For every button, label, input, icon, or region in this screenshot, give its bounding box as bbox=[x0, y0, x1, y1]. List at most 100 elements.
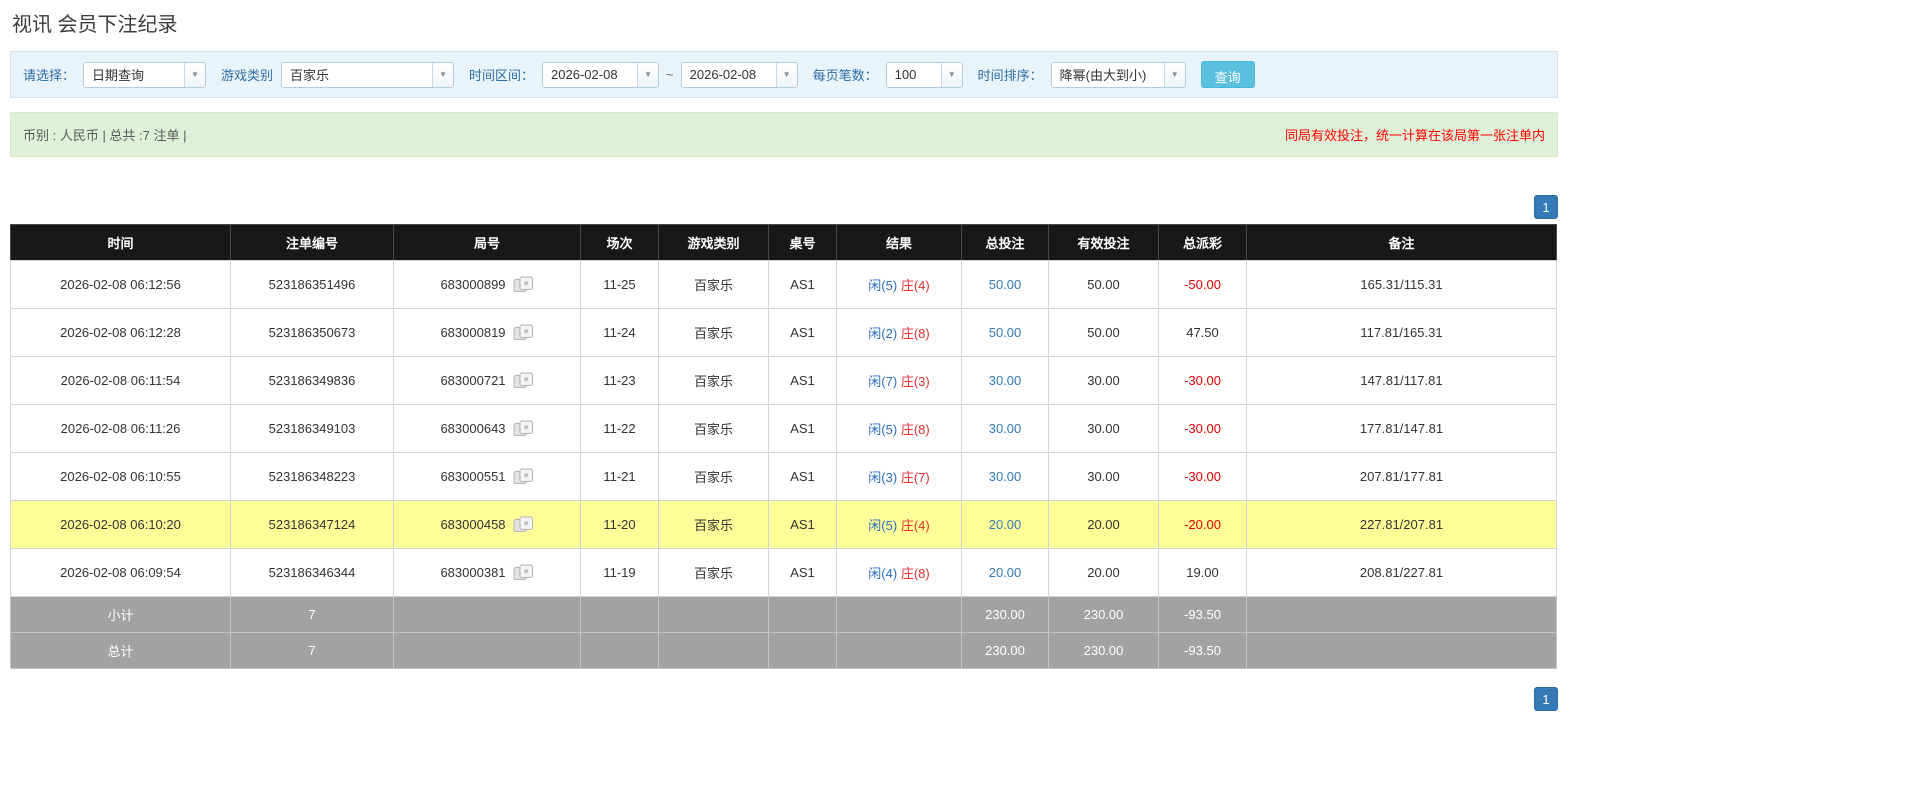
date-to-picker: ▼ bbox=[681, 62, 798, 88]
valid-bet-cell: 20.00 bbox=[1049, 501, 1159, 549]
total-bet-link[interactable]: 50.00 bbox=[989, 277, 1022, 292]
query-type-select: ▼ bbox=[83, 62, 206, 88]
result-cell: 闲(2) 庄(8) bbox=[837, 309, 962, 357]
valid-bet-cell: 30.00 bbox=[1049, 453, 1159, 501]
round-id-cell: 683000721 bbox=[394, 357, 581, 405]
sort-order-input[interactable] bbox=[1052, 63, 1164, 87]
total-bet-cell: 20.00 bbox=[962, 501, 1049, 549]
table-no-cell: AS1 bbox=[769, 549, 837, 597]
time-cell: 2026-02-08 06:09:54 bbox=[11, 549, 231, 597]
note-cell: 165.31/115.31 bbox=[1247, 261, 1557, 309]
game-type-cell: 百家乐 bbox=[659, 309, 769, 357]
table-row: 2026-02-08 06:10:20 523186347124 6830004… bbox=[11, 501, 1557, 549]
round-id-value: 683000819 bbox=[440, 325, 505, 340]
page-1-button[interactable]: 1 bbox=[1534, 195, 1558, 219]
header-payout: 总派彩 bbox=[1159, 225, 1247, 261]
result-cell: 闲(5) 庄(4) bbox=[837, 261, 962, 309]
page-size-input[interactable] bbox=[887, 63, 941, 87]
round-id-cell: 683000458 bbox=[394, 501, 581, 549]
result-banker: 庄(8) bbox=[901, 326, 930, 341]
date-from-picker: ▼ bbox=[542, 62, 659, 88]
round-detail-cards-icon[interactable] bbox=[513, 564, 534, 581]
round-detail-cards-icon[interactable] bbox=[513, 276, 534, 293]
empty-cell bbox=[769, 597, 837, 633]
game-type-cell: 百家乐 bbox=[659, 405, 769, 453]
total-valid-bet: 230.00 bbox=[1049, 633, 1159, 669]
game-type-cell: 百家乐 bbox=[659, 357, 769, 405]
total-bet-cell: 50.00 bbox=[962, 261, 1049, 309]
game-type-cell: 百家乐 bbox=[659, 549, 769, 597]
payout-cell: -30.00 bbox=[1159, 357, 1247, 405]
bet-id-cell: 523186346344 bbox=[231, 549, 394, 597]
page-size-label: 每页笔数： bbox=[813, 65, 878, 84]
currency-total-text: 币别 : 人民币 | 总共 :7 注单 | bbox=[23, 125, 187, 144]
chevron-down-icon[interactable]: ▼ bbox=[432, 63, 453, 87]
table-no-cell: AS1 bbox=[769, 261, 837, 309]
round-id-cell: 683000551 bbox=[394, 453, 581, 501]
game-type-input[interactable] bbox=[282, 63, 432, 87]
bet-id-cell: 523186350673 bbox=[231, 309, 394, 357]
round-id-value: 683000721 bbox=[440, 373, 505, 388]
result-banker: 庄(8) bbox=[901, 422, 930, 437]
chevron-down-icon[interactable]: ▼ bbox=[776, 63, 797, 87]
page-1-button[interactable]: 1 bbox=[1534, 687, 1558, 711]
table-row: 2026-02-08 06:11:26 523186349103 6830006… bbox=[11, 405, 1557, 453]
valid-bet-notice: 同局有效投注，统一计算在该局第一张注单内 bbox=[1285, 125, 1545, 144]
table-no-cell: AS1 bbox=[769, 309, 837, 357]
result-cell: 闲(5) 庄(8) bbox=[837, 405, 962, 453]
valid-bet-cell: 30.00 bbox=[1049, 405, 1159, 453]
bets-table: 时间 注单编号 局号 场次 游戏类别 桌号 结果 总投注 有效投注 总派彩 备注… bbox=[10, 224, 1557, 669]
round-detail-cards-icon[interactable] bbox=[513, 516, 534, 533]
result-cell: 闲(3) 庄(7) bbox=[837, 453, 962, 501]
total-bet-link[interactable]: 20.00 bbox=[989, 565, 1022, 580]
valid-bet-cell: 30.00 bbox=[1049, 357, 1159, 405]
round-detail-cards-icon[interactable] bbox=[513, 324, 534, 341]
result-cell: 闲(4) 庄(8) bbox=[837, 549, 962, 597]
note-cell: 208.81/227.81 bbox=[1247, 549, 1557, 597]
valid-bet-cell: 50.00 bbox=[1049, 309, 1159, 357]
payout-cell: 19.00 bbox=[1159, 549, 1247, 597]
game-type-cell: 百家乐 bbox=[659, 261, 769, 309]
table-body: 2026-02-08 06:12:56 523186351496 6830008… bbox=[11, 261, 1557, 597]
total-bet-link[interactable]: 30.00 bbox=[989, 373, 1022, 388]
time-cell: 2026-02-08 06:10:20 bbox=[11, 501, 231, 549]
round-detail-cards-icon[interactable] bbox=[513, 420, 534, 437]
total-bet-link[interactable]: 20.00 bbox=[989, 517, 1022, 532]
query-type-input[interactable] bbox=[84, 63, 184, 87]
query-type-label: 请选择： bbox=[23, 65, 75, 84]
total-total-bet: 230.00 bbox=[962, 633, 1049, 669]
table-no-cell: AS1 bbox=[769, 501, 837, 549]
page-size-select: ▼ bbox=[886, 62, 963, 88]
total-label: 总计 bbox=[11, 633, 231, 669]
date-to-input[interactable] bbox=[682, 63, 776, 87]
table-row: 2026-02-08 06:10:55 523186348223 6830005… bbox=[11, 453, 1557, 501]
chevron-down-icon[interactable]: ▼ bbox=[184, 63, 205, 87]
total-bet-link[interactable]: 50.00 bbox=[989, 325, 1022, 340]
result-banker: 庄(8) bbox=[901, 566, 930, 581]
payout-cell: -30.00 bbox=[1159, 453, 1247, 501]
subtotal-count: 7 bbox=[231, 597, 394, 633]
search-button[interactable]: 查询 bbox=[1201, 61, 1255, 88]
empty-cell bbox=[659, 597, 769, 633]
chevron-down-icon[interactable]: ▼ bbox=[941, 63, 962, 87]
round-detail-cards-icon[interactable] bbox=[513, 372, 534, 389]
date-from-input[interactable] bbox=[543, 63, 637, 87]
subtotal-total-bet: 230.00 bbox=[962, 597, 1049, 633]
subtotal-valid-bet: 230.00 bbox=[1049, 597, 1159, 633]
total-payout: -93.50 bbox=[1159, 633, 1247, 669]
round-detail-cards-icon[interactable] bbox=[513, 468, 534, 485]
date-range-tilde: ~ bbox=[666, 67, 674, 82]
chevron-down-icon[interactable]: ▼ bbox=[1164, 63, 1185, 87]
result-cell: 闲(5) 庄(4) bbox=[837, 501, 962, 549]
total-bet-cell: 20.00 bbox=[962, 549, 1049, 597]
chevron-down-icon[interactable]: ▼ bbox=[637, 63, 658, 87]
total-bet-link[interactable]: 30.00 bbox=[989, 469, 1022, 484]
result-player: 闲(5) bbox=[868, 422, 897, 437]
total-bet-cell: 50.00 bbox=[962, 309, 1049, 357]
total-bet-link[interactable]: 30.00 bbox=[989, 421, 1022, 436]
round-id-value: 683000458 bbox=[440, 517, 505, 532]
total-bet-cell: 30.00 bbox=[962, 453, 1049, 501]
time-cell: 2026-02-08 06:11:54 bbox=[11, 357, 231, 405]
payout-cell: 47.50 bbox=[1159, 309, 1247, 357]
header-note: 备注 bbox=[1247, 225, 1557, 261]
